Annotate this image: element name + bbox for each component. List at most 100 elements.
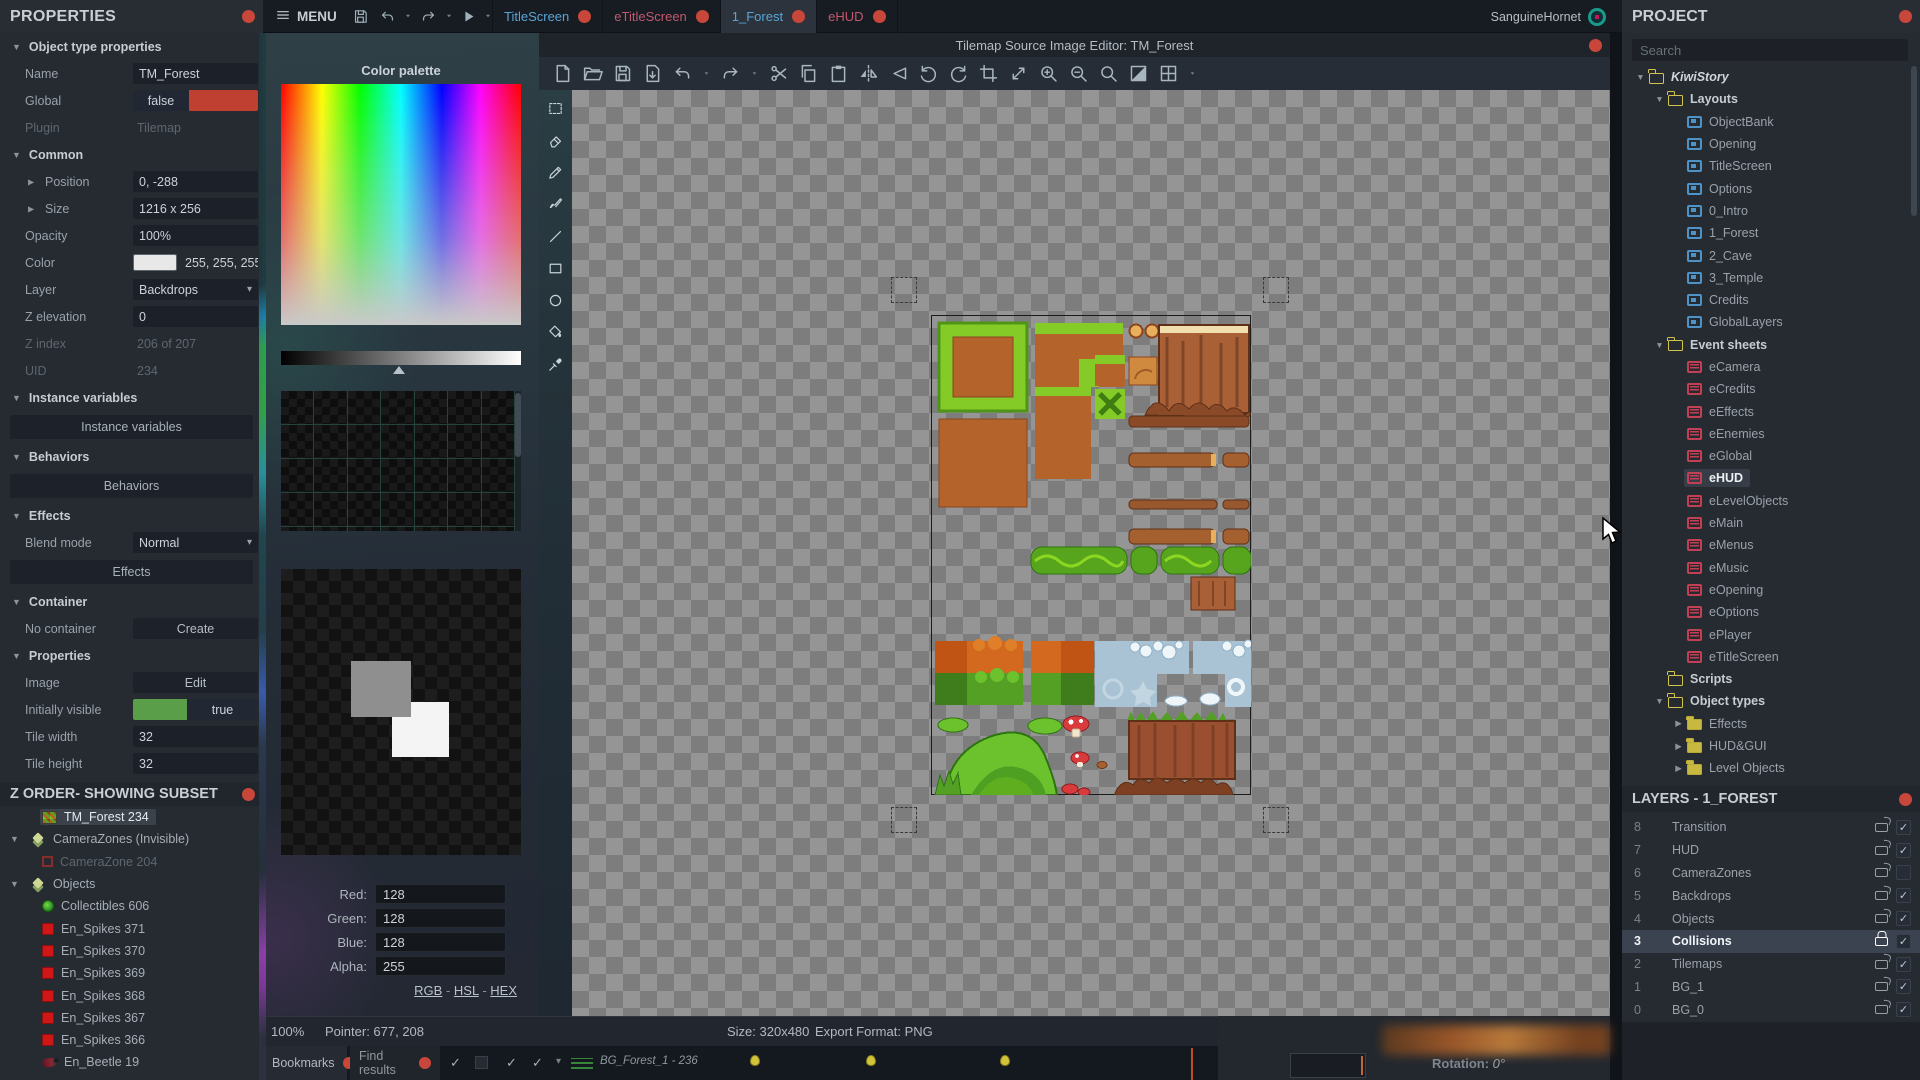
palette-swatch[interactable] bbox=[281, 527, 314, 531]
eraser-tool-icon[interactable] bbox=[547, 132, 564, 154]
section-header[interactable]: ▼ Properties bbox=[0, 642, 263, 669]
palette-swatch[interactable] bbox=[448, 459, 481, 492]
property-dropdown[interactable]: Normal ▾ bbox=[133, 532, 258, 553]
flip-horizontal-icon[interactable] bbox=[858, 63, 879, 84]
rectangle-tool-icon[interactable] bbox=[547, 260, 564, 282]
property-dropdown[interactable]: Backdrops ▾ bbox=[133, 279, 258, 300]
section-header[interactable]: ▼ Common bbox=[0, 141, 263, 168]
timeline-check-icon[interactable]: ✓ bbox=[532, 1055, 543, 1071]
tab-close-dot[interactable] bbox=[872, 10, 886, 23]
palette-scrollbar[interactable] bbox=[515, 391, 521, 531]
palette-swatch[interactable] bbox=[381, 425, 414, 458]
create-button[interactable]: Create bbox=[133, 618, 258, 639]
timeline-collapse-icon[interactable]: ▾ bbox=[556, 1056, 561, 1067]
boolean-toggle[interactable]: true bbox=[133, 699, 258, 720]
visibility-checkbox[interactable]: ✓ bbox=[1896, 911, 1911, 927]
tree-item-2_cave[interactable]: 2_Cave bbox=[1622, 244, 1914, 266]
copy-icon[interactable] bbox=[798, 63, 819, 84]
caret-icon[interactable] bbox=[442, 0, 456, 32]
palette-swatch[interactable] bbox=[414, 527, 448, 531]
palette-swatch[interactable] bbox=[448, 493, 481, 526]
properties-panel-dot[interactable] bbox=[242, 10, 255, 23]
tree-item-eopening[interactable]: eOpening bbox=[1622, 579, 1914, 601]
tree-item-credits[interactable]: Credits bbox=[1622, 289, 1914, 311]
section-header[interactable]: ▼ Instance variables bbox=[0, 384, 263, 411]
tree-item-event-sheets[interactable]: ▼ Event sheets bbox=[1622, 334, 1914, 356]
palette-swatch[interactable] bbox=[381, 391, 414, 424]
palette-swatch[interactable] bbox=[281, 425, 314, 458]
crop-icon[interactable] bbox=[978, 63, 999, 84]
tree-item-hud&gui[interactable]: ▶ HUD&GUI bbox=[1622, 735, 1914, 757]
expand-icon[interactable]: ▶ bbox=[28, 204, 34, 213]
timeline-playhead[interactable] bbox=[1191, 1048, 1193, 1080]
bookmark-marker-icon[interactable] bbox=[866, 1055, 876, 1066]
zorder-item[interactable]: Collectibles 606 bbox=[0, 895, 263, 917]
tree-item-layouts[interactable]: ▼ Layouts bbox=[1622, 88, 1914, 110]
tab-close-dot[interactable] bbox=[695, 10, 709, 23]
palette-swatch[interactable] bbox=[314, 425, 347, 458]
grid-icon[interactable] bbox=[1158, 63, 1179, 84]
palette-swatch[interactable] bbox=[347, 493, 381, 526]
find-results-tab-dot[interactable] bbox=[419, 1057, 431, 1069]
tree-item-emusic[interactable]: eMusic bbox=[1622, 557, 1914, 579]
user-account[interactable]: SanguineHornet bbox=[1491, 0, 1606, 33]
tree-item-etitlescreen[interactable]: eTitleScreen bbox=[1622, 646, 1914, 668]
tree-item-titlescreen[interactable]: TitleScreen bbox=[1622, 155, 1914, 177]
hex-mode-link[interactable]: HEX bbox=[490, 983, 517, 998]
tree-arrow-icon[interactable]: ▶ bbox=[1670, 741, 1687, 752]
expand-icon[interactable]: ▶ bbox=[28, 177, 34, 186]
alpha-field[interactable] bbox=[375, 956, 506, 976]
palette-swatch[interactable] bbox=[381, 459, 414, 492]
selection-handle-bottom-right[interactable] bbox=[1263, 807, 1289, 833]
bookmarks-tab[interactable]: Bookmarks bbox=[263, 1046, 355, 1080]
image-editor-dot[interactable] bbox=[1589, 38, 1602, 52]
unlock-icon[interactable] bbox=[1875, 959, 1888, 969]
property-value[interactable]: 0, -288 bbox=[133, 171, 258, 192]
property-value[interactable]: TM_Forest bbox=[133, 63, 258, 84]
save-icon[interactable] bbox=[347, 0, 374, 32]
visibility-checkbox[interactable]: ✓ bbox=[1896, 819, 1911, 835]
visibility-checkbox[interactable]: ✓ bbox=[1896, 933, 1911, 949]
unlock-icon[interactable] bbox=[1875, 868, 1888, 878]
layers-panel-dot[interactable] bbox=[1899, 792, 1912, 806]
unlock-icon[interactable] bbox=[1875, 982, 1888, 992]
palette-swatch[interactable] bbox=[347, 527, 381, 531]
tree-item-eoptions[interactable]: eOptions bbox=[1622, 601, 1914, 623]
palette-swatch[interactable] bbox=[281, 391, 314, 424]
zorder-item[interactable]: En_Spikes 370 bbox=[0, 940, 263, 962]
color-value[interactable]: 255, 255, 255 bbox=[133, 252, 258, 273]
tree-item-ecredits[interactable]: eCredits bbox=[1622, 378, 1914, 400]
bookmark-marker-icon[interactable] bbox=[1000, 1055, 1010, 1066]
palette-swatch[interactable] bbox=[448, 527, 481, 531]
tree-item-1_forest[interactable]: 1_Forest bbox=[1622, 222, 1914, 244]
color-picker-gradient[interactable] bbox=[281, 84, 521, 325]
layer-row-transition[interactable]: 8 Transition ✓ bbox=[1622, 816, 1920, 839]
tree-item-emenus[interactable]: eMenus bbox=[1622, 534, 1914, 556]
behaviors-button[interactable]: Behaviors bbox=[0, 470, 263, 502]
line-tool-icon[interactable] bbox=[547, 228, 564, 250]
save-icon[interactable] bbox=[612, 63, 633, 84]
eyedropper-tool-icon[interactable] bbox=[547, 356, 564, 378]
tab-close-dot[interactable] bbox=[578, 10, 592, 23]
collapse-arrow-icon[interactable]: ▼ bbox=[10, 879, 24, 889]
zorder-item[interactable]: En_Spikes 371 bbox=[0, 917, 263, 939]
zoom-in-icon[interactable] bbox=[1038, 63, 1059, 84]
palette-swatch[interactable] bbox=[314, 527, 347, 531]
search-input[interactable] bbox=[1632, 39, 1908, 61]
tree-arrow-icon[interactable]: ▶ bbox=[1670, 763, 1687, 774]
property-value[interactable]: 100% bbox=[133, 225, 258, 246]
palette-swatch[interactable] bbox=[414, 425, 448, 458]
caret-icon[interactable] bbox=[702, 69, 711, 78]
tree-item-effects[interactable]: ▶ Effects bbox=[1622, 713, 1914, 735]
property-value[interactable]: 1216 x 256 bbox=[133, 198, 258, 219]
tab-close-dot[interactable] bbox=[792, 10, 806, 23]
visibility-checkbox[interactable] bbox=[1896, 865, 1911, 881]
red-field[interactable] bbox=[375, 884, 506, 904]
brush-tool-icon[interactable] bbox=[547, 196, 564, 218]
unlock-icon[interactable] bbox=[1875, 822, 1888, 832]
tree-item-objectbank[interactable]: ObjectBank bbox=[1622, 111, 1914, 133]
new-file-icon[interactable] bbox=[552, 63, 573, 84]
project-panel-dot[interactable] bbox=[1899, 10, 1912, 23]
section-header[interactable]: ▼ Effects bbox=[0, 502, 263, 529]
palette-swatch[interactable] bbox=[314, 391, 347, 424]
